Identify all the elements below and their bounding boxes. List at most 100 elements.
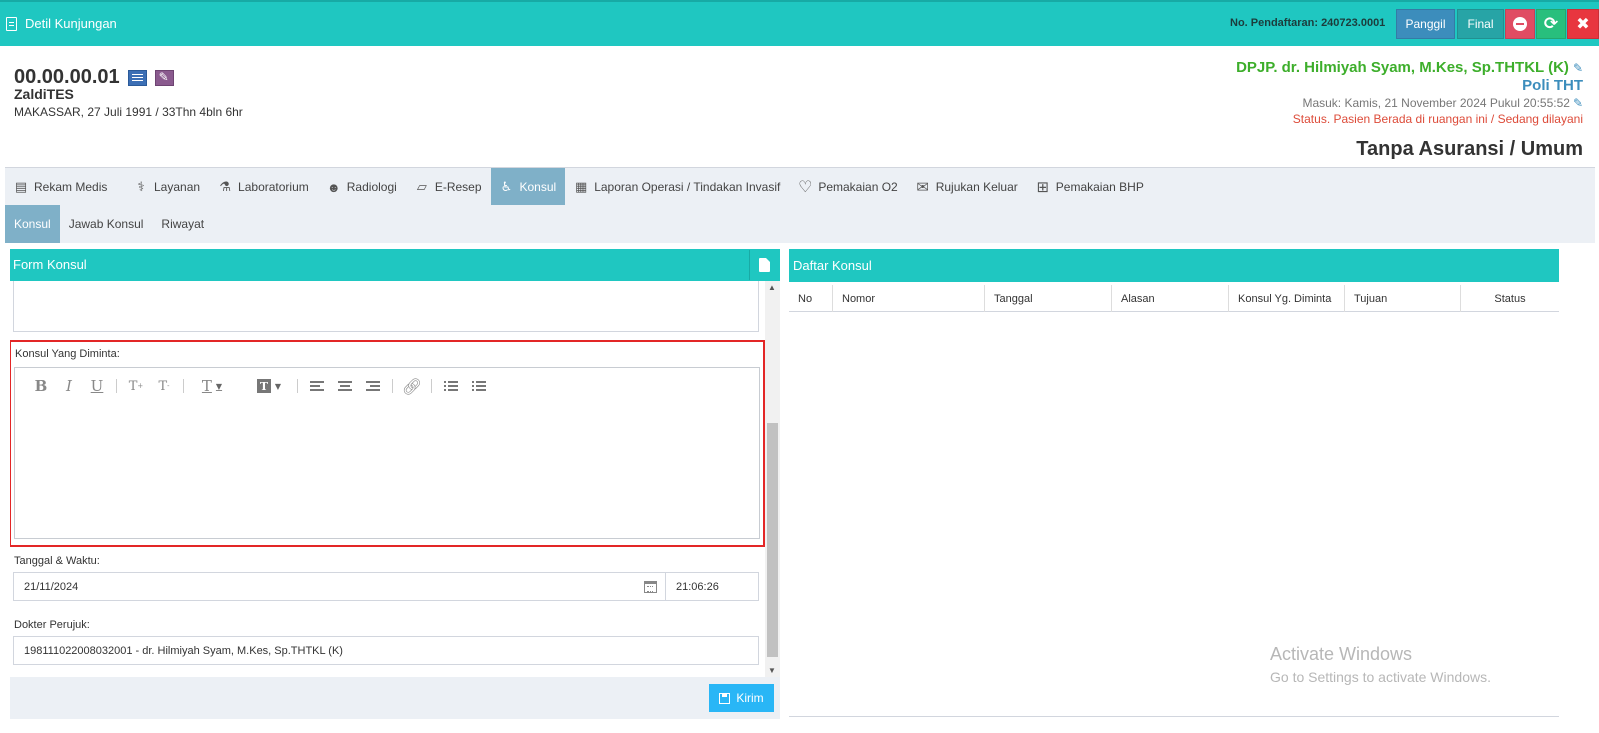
close-button[interactable]: ✖ bbox=[1567, 9, 1599, 39]
tab-label: Layanan bbox=[154, 180, 201, 194]
unordered-list-button[interactable] bbox=[465, 374, 493, 398]
date-field[interactable]: 21/11/2024 bbox=[13, 572, 666, 601]
text-color-button[interactable]: T ▼ bbox=[189, 374, 235, 398]
superscript-icon: T bbox=[128, 378, 138, 394]
activation-watermark-subtitle: Go to Settings to activate Windows. bbox=[1270, 669, 1491, 685]
file-icon bbox=[759, 258, 770, 272]
scroll-down-arrow-icon[interactable]: ▼ bbox=[768, 666, 776, 675]
toolbar-separator bbox=[392, 379, 393, 393]
tab-label: E-Resep bbox=[434, 180, 482, 194]
bold-button[interactable]: B bbox=[27, 374, 55, 398]
dokter-perujuk-field[interactable]: 198111022008032001 - dr. Hilmiyah Syam, … bbox=[13, 636, 759, 665]
time-field[interactable]: 21:06:26 bbox=[665, 572, 759, 601]
tab-pemakaian-o2[interactable]: ♡ Pemakaian O2 bbox=[789, 168, 906, 206]
tab-laporan-operasi[interactable]: ▦ Laporan Operasi / Tindakan Invasif bbox=[565, 168, 789, 206]
previous-field-box[interactable] bbox=[13, 281, 759, 332]
align-left-button[interactable] bbox=[303, 374, 331, 398]
tab-rujukan-keluar[interactable]: ✉ Rujukan Keluar bbox=[907, 168, 1027, 206]
toolbar-gap bbox=[240, 379, 241, 393]
dpjp-doctor: DPJP. dr. Hilmiyah Syam, M.Kes, Sp.THTKL… bbox=[1236, 59, 1583, 76]
kirim-button[interactable]: Kirim bbox=[709, 684, 774, 712]
link-button[interactable]: 🔗︎ bbox=[398, 374, 426, 398]
highlight-color-button[interactable]: T ▼ bbox=[246, 374, 292, 398]
text-color-icon: T bbox=[201, 377, 212, 395]
column-header[interactable]: No bbox=[789, 285, 833, 312]
align-center-button[interactable] bbox=[331, 374, 359, 398]
unordered-list-icon bbox=[472, 381, 486, 391]
edit-dpjp-icon[interactable]: ✎ bbox=[1573, 61, 1583, 75]
toolbar-separator bbox=[431, 379, 432, 393]
column-header[interactable]: Tanggal bbox=[985, 285, 1112, 312]
tanggal-waktu-label: Tanggal & Waktu: bbox=[14, 555, 100, 567]
align-right-icon bbox=[366, 381, 380, 391]
tab-label: Rekam Medis bbox=[34, 180, 108, 194]
final-button[interactable]: Final bbox=[1457, 9, 1504, 39]
medkit-icon: ⊞ bbox=[1036, 179, 1050, 196]
editor-content[interactable] bbox=[25, 408, 749, 532]
chevron-down-icon: ▼ bbox=[274, 381, 282, 391]
sub-tabs: Konsul Jawab Konsul Riwayat bbox=[5, 205, 1595, 243]
tab-e-resep[interactable]: ▱ E-Resep bbox=[406, 168, 491, 206]
edit-masuk-icon[interactable]: ✎ bbox=[1573, 96, 1583, 110]
superscript-button[interactable]: T + bbox=[122, 374, 150, 398]
list-icon[interactable] bbox=[127, 69, 147, 86]
column-header[interactable]: Nomor bbox=[833, 285, 985, 312]
tab-rekam-medis[interactable]: ▤ Rekam Medis bbox=[5, 168, 125, 206]
daftar-konsul-title: Daftar Konsul bbox=[793, 258, 872, 273]
form-konsul-title: Form Konsul bbox=[13, 257, 87, 272]
italic-button[interactable]: I bbox=[55, 374, 83, 398]
form-document-button[interactable] bbox=[749, 250, 779, 280]
tab-label: Laboratorium bbox=[238, 180, 309, 194]
konsul-yang-diminta-section: Konsul Yang Diminta: B I U T + T- T ▼ T ▼ bbox=[10, 340, 765, 547]
patient-name: ZaldiTES bbox=[14, 86, 74, 102]
form-scroll-area: Konsul Yang Diminta: B I U T + T- T ▼ T ▼ bbox=[10, 281, 780, 677]
dokter-perujuk-value: 198111022008032001 - dr. Hilmiyah Syam, … bbox=[24, 644, 343, 657]
ordered-list-button[interactable] bbox=[437, 374, 465, 398]
envelope-icon: ✉ bbox=[916, 179, 929, 196]
tab-layanan[interactable]: ⚕ Layanan bbox=[125, 168, 209, 206]
cancel-visit-button[interactable] bbox=[1505, 9, 1535, 39]
tab-label: Konsul bbox=[519, 180, 557, 194]
chevron-down-icon: ▼ bbox=[215, 381, 223, 391]
toolbar-separator bbox=[183, 379, 184, 393]
scroll-up-arrow-icon[interactable]: ▲ bbox=[768, 283, 776, 292]
column-header[interactable]: Alasan bbox=[1112, 285, 1229, 312]
dokter-perujuk-label: Dokter Perujuk: bbox=[14, 619, 90, 631]
tab-label: Laporan Operasi / Tindakan Invasif bbox=[594, 180, 781, 194]
tab-konsul[interactable]: ♿ Konsul bbox=[490, 168, 566, 206]
column-header[interactable]: Tujuan bbox=[1345, 285, 1461, 312]
document-icon bbox=[6, 16, 17, 31]
form-scrollbar[interactable]: ▲ ▼ bbox=[765, 281, 780, 677]
column-header[interactable]: Konsul Yg. Diminta bbox=[1229, 285, 1345, 312]
heart-icon: ♡ bbox=[798, 179, 813, 196]
form-konsul-panel: Form Konsul Konsul Yang Diminta: B I U T… bbox=[10, 249, 780, 719]
align-left-icon bbox=[310, 381, 324, 391]
subtab-konsul[interactable]: Konsul bbox=[5, 205, 60, 243]
column-header[interactable]: Status bbox=[1461, 285, 1559, 312]
subtab-riwayat[interactable]: Riwayat bbox=[152, 205, 213, 243]
calendar-icon[interactable] bbox=[644, 581, 657, 593]
id-badge-icon: ☻ bbox=[326, 179, 341, 195]
underline-button[interactable]: U bbox=[83, 374, 111, 398]
window-title-text: Detil Kunjungan bbox=[25, 16, 117, 31]
close-icon: ✖ bbox=[1576, 16, 1590, 33]
tab-laboratorium[interactable]: ⚗ Laboratorium bbox=[209, 168, 318, 206]
refresh-button[interactable]: ⟳ bbox=[1536, 9, 1566, 39]
align-right-button[interactable] bbox=[359, 374, 387, 398]
highlight-icon: T bbox=[256, 379, 271, 393]
subscript-button[interactable]: T- bbox=[150, 374, 178, 398]
panggil-button[interactable]: Panggil bbox=[1396, 9, 1455, 39]
tab-label: Rujukan Keluar bbox=[935, 180, 1018, 194]
window-title: Detil Kunjungan bbox=[6, 16, 117, 31]
registration-number: No. Pendaftaran: 240723.0001 bbox=[1230, 17, 1386, 29]
edit-icon[interactable] bbox=[154, 69, 174, 86]
subtab-jawab-konsul[interactable]: Jawab Konsul bbox=[60, 205, 153, 243]
scrollbar-thumb[interactable] bbox=[767, 423, 778, 657]
kirim-label: Kirim bbox=[736, 691, 764, 705]
tab-pemakaian-bhp[interactable]: ⊞ Pemakaian BHP bbox=[1027, 168, 1153, 206]
align-center-icon bbox=[338, 381, 352, 391]
dpjp-text: DPJP. dr. Hilmiyah Syam, M.Kes, Sp.THTKL… bbox=[1236, 59, 1569, 76]
tab-radiologi[interactable]: ☻ Radiologi bbox=[318, 168, 406, 206]
insurance-type: Tanpa Asuransi / Umum bbox=[1356, 138, 1583, 160]
konsul-rich-text-editor[interactable]: B I U T + T- T ▼ T ▼ 🔗︎ bbox=[14, 367, 760, 539]
